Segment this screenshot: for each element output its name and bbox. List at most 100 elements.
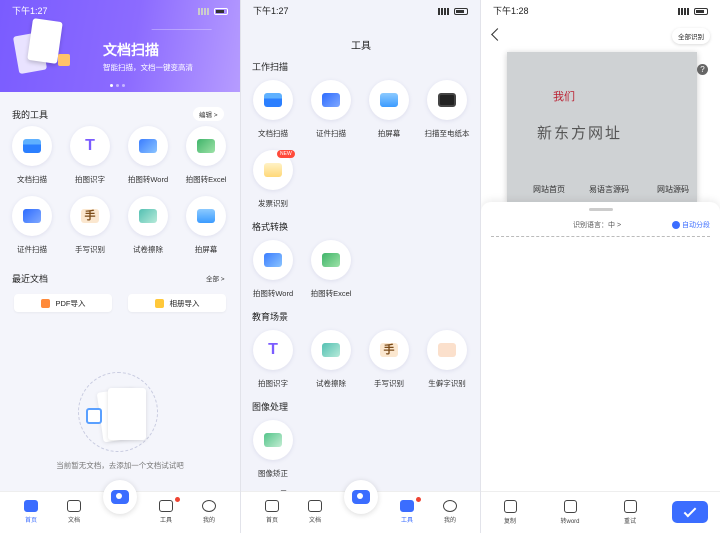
sheet-drag-handle[interactable] xyxy=(589,208,613,211)
battery-icon xyxy=(214,7,228,15)
tool-handwriting[interactable]: 手手写识别 xyxy=(364,330,414,389)
tool-image-correction[interactable]: 图像矫正 xyxy=(248,420,298,479)
album-import-button[interactable]: 相册导入 xyxy=(128,294,226,312)
auto-split-label: 自动分段 xyxy=(682,222,710,229)
recent-docs-title: 最近文档 xyxy=(12,274,49,284)
photo-text-line1: 我们 xyxy=(553,91,575,103)
tool-label: 文档扫描 xyxy=(17,175,47,184)
text-t-icon: T xyxy=(268,341,278,358)
tool-label: 发票识别 xyxy=(258,199,288,208)
screen-icon xyxy=(380,93,398,107)
nav-label: 工具 xyxy=(159,518,172,524)
nav-home[interactable]: 首页 xyxy=(16,500,46,524)
scan-icon xyxy=(86,408,102,424)
document-icon xyxy=(308,500,322,512)
nav-docs[interactable]: 文档 xyxy=(59,500,89,524)
tool-photo-to-word[interactable]: 拍图转Word xyxy=(123,126,173,185)
tool-label: 拍图转Excel xyxy=(185,175,227,184)
tool-label: 拍图识字 xyxy=(75,175,105,184)
tool-photo-ocr[interactable]: T 拍图识字 xyxy=(248,330,298,389)
tool-doc-scan[interactable]: 文档扫描 xyxy=(248,80,298,139)
section-image-processing: 图像处理 xyxy=(252,402,289,412)
auto-split-toggle[interactable]: 自动分段 xyxy=(672,220,710,230)
tool-label: 手写识别 xyxy=(75,245,105,254)
check-circle-icon xyxy=(672,221,680,229)
all-docs-link[interactable]: 全部 > xyxy=(200,271,231,285)
nav-docs[interactable]: 文档 xyxy=(300,500,330,524)
confirm-button[interactable] xyxy=(672,501,708,523)
tool-exam-erase[interactable]: 试卷擦除 xyxy=(306,330,356,389)
to-word-label: 转word xyxy=(560,519,580,525)
album-import-label: 相册导入 xyxy=(169,298,200,308)
banner-title: 文档扫描 xyxy=(103,42,159,58)
back-arrow-icon[interactable] xyxy=(491,28,504,41)
tool-photo-to-excel[interactable]: 拍图转Excel xyxy=(306,240,356,299)
user-icon xyxy=(202,500,216,512)
nav-tools[interactable]: 工具 xyxy=(392,500,422,524)
tool-label: 拍屏幕 xyxy=(377,129,401,138)
tool-label: 文档扫描 xyxy=(258,129,288,138)
to-word-button[interactable]: 转word xyxy=(553,500,587,525)
tool-label: 图像矫正 xyxy=(258,469,288,478)
tool-scan-to-epaper[interactable]: 扫描至电纸本 xyxy=(422,80,472,139)
handwriting-icon: 手 xyxy=(380,343,398,357)
status-time: 下午1:27 xyxy=(253,6,289,16)
rare-character-icon xyxy=(438,343,456,357)
notification-dot xyxy=(175,497,180,502)
bottom-nav: 首页 文档 工具 我的 xyxy=(0,480,240,533)
tool-label: 生僻字识别 xyxy=(428,379,466,388)
signal-icon xyxy=(438,7,450,15)
banner-pagination xyxy=(110,84,125,87)
retry-icon xyxy=(623,500,637,513)
nav-tools[interactable]: 工具 xyxy=(151,500,181,524)
tool-label: 试卷擦除 xyxy=(316,379,346,388)
grid-icon xyxy=(159,500,173,512)
tool-id-scan[interactable]: 证件扫描 xyxy=(7,196,57,255)
camera-icon xyxy=(352,490,370,504)
tool-handwriting[interactable]: 手手写识别 xyxy=(65,196,115,255)
copy-button[interactable]: 复制 xyxy=(493,500,527,525)
camera-icon xyxy=(111,490,129,504)
signal-icon xyxy=(198,7,210,15)
section-format: 格式转换 xyxy=(252,222,289,232)
tool-invoice[interactable]: 发票识别 xyxy=(248,150,298,209)
tool-label: 拍屏幕 xyxy=(194,245,218,254)
tool-exam-erase[interactable]: 试卷擦除 xyxy=(123,196,173,255)
battery-icon xyxy=(454,7,468,15)
edit-tools-button[interactable]: 编辑 > xyxy=(193,107,224,121)
nav-home[interactable]: 首页 xyxy=(257,500,287,524)
help-icon[interactable]: ? xyxy=(697,64,708,75)
nav-label: 首页 xyxy=(24,518,37,524)
my-tools-title: 我的工具 xyxy=(12,110,49,120)
eraser-icon xyxy=(322,343,340,357)
tool-screen-shot[interactable]: 拍屏幕 xyxy=(364,80,414,139)
text-t-icon: T xyxy=(85,137,95,154)
tool-photo-ocr[interactable]: T 拍图识字 xyxy=(65,126,115,185)
ocr-result-screen: 下午1:28 全部识别 我们 新东方网址 网站首页 易语言源码 网站源码 ? 识… xyxy=(480,0,720,533)
status-icons xyxy=(678,7,708,15)
tool-rare-char[interactable]: 生僻字识别 xyxy=(422,330,472,389)
nav-label: 工具 xyxy=(400,518,413,524)
tool-photo-to-excel[interactable]: 拍图转Excel xyxy=(181,126,231,185)
retry-button[interactable]: 重试 xyxy=(613,500,647,525)
recognize-all-button[interactable]: 全部识别 xyxy=(672,28,710,44)
word-image-icon xyxy=(139,139,157,153)
nav-mine[interactable]: 我的 xyxy=(435,500,465,524)
recognize-language-select[interactable]: 识别语言：中 > xyxy=(573,220,621,230)
scanned-photo[interactable]: 我们 新东方网址 网站首页 易语言源码 网站源码 xyxy=(507,52,697,202)
tool-id-scan[interactable]: 证件扫描 xyxy=(306,80,356,139)
pdf-import-button[interactable]: PDF导入 xyxy=(14,294,112,312)
tool-photo-to-word[interactable]: 拍图转Word xyxy=(248,240,298,299)
image-correction-icon xyxy=(264,433,282,447)
nav-label: 我的 xyxy=(202,518,215,524)
bottom-nav: 首页 文档 工具 我的 xyxy=(241,480,480,533)
album-icon xyxy=(154,298,164,308)
section-education: 教育场景 xyxy=(252,312,289,322)
nav-mine[interactable]: 我的 xyxy=(194,500,224,524)
camera-button[interactable] xyxy=(344,480,378,514)
status-icons xyxy=(438,7,468,15)
eraser-icon xyxy=(139,209,157,223)
tool-doc-scan[interactable]: 文档扫描 xyxy=(7,126,57,185)
camera-button[interactable] xyxy=(103,480,137,514)
tool-screen-shot[interactable]: 拍屏幕 xyxy=(181,196,231,255)
